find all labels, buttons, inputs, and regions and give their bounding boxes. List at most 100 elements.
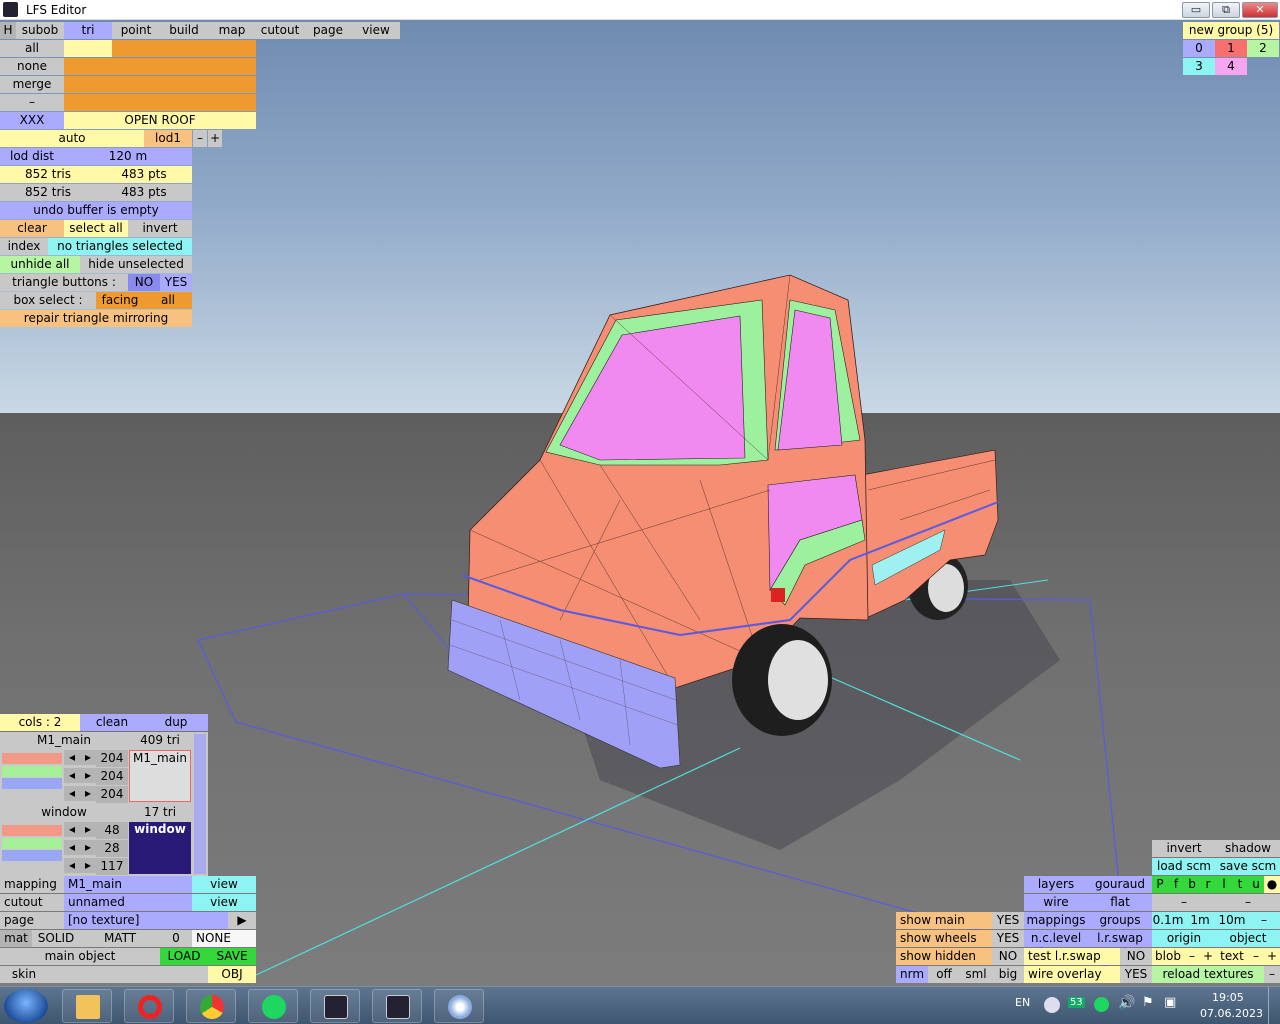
unhide-all-button[interactable]: unhide all bbox=[0, 256, 80, 273]
view-b-button[interactable]: b bbox=[1184, 876, 1200, 893]
dash-button-1[interactable]: – bbox=[1152, 894, 1216, 911]
spotify-tray-icon[interactable] bbox=[1094, 997, 1109, 1012]
green-inc-button-2[interactable]: ▸ bbox=[80, 840, 96, 855]
close-button[interactable]: ✕ bbox=[1242, 2, 1278, 18]
subob-cell[interactable] bbox=[64, 58, 112, 75]
show-main-toggle[interactable]: YES bbox=[992, 912, 1024, 929]
flag-icon[interactable]: ⚑ bbox=[1142, 995, 1154, 1010]
material-1-preview[interactable]: M1_main bbox=[129, 750, 191, 802]
taskbar-explorer[interactable] bbox=[62, 989, 112, 1023]
subob-cell[interactable] bbox=[208, 40, 256, 57]
group-1[interactable]: 1 bbox=[1215, 40, 1247, 57]
network-icon[interactable]: ▣ bbox=[1164, 995, 1176, 1010]
blue-inc-button[interactable]: ▸ bbox=[80, 786, 96, 801]
maximize-button[interactable]: ⧉ bbox=[1212, 2, 1240, 18]
tray-badge[interactable]: 53 bbox=[1068, 997, 1085, 1008]
new-group-button[interactable]: new group (5) bbox=[1183, 22, 1279, 39]
red-inc-button-2[interactable]: ▸ bbox=[80, 822, 96, 837]
menu-build[interactable]: build bbox=[160, 22, 208, 39]
save-scm-button[interactable]: save scm bbox=[1216, 858, 1280, 875]
view-r-button[interactable]: r bbox=[1200, 876, 1216, 893]
grid-0.1m-button[interactable]: 0.1m bbox=[1152, 912, 1184, 929]
origin-button[interactable]: origin bbox=[1152, 930, 1216, 947]
blue-dec-button-2[interactable]: ◂ bbox=[64, 858, 80, 873]
view-P-button[interactable]: P bbox=[1152, 876, 1168, 893]
blue-inc-button-2[interactable]: ▸ bbox=[80, 858, 96, 873]
blue-slider[interactable] bbox=[2, 778, 62, 789]
material-1-name[interactable]: M1_main bbox=[0, 732, 128, 749]
page-play-icon[interactable]: ▶ bbox=[228, 912, 256, 929]
taskbar-lfs-2[interactable] bbox=[372, 989, 422, 1023]
subob-cell[interactable] bbox=[160, 40, 208, 57]
clear-button[interactable]: clear bbox=[0, 220, 64, 237]
subob-cell[interactable] bbox=[160, 94, 208, 111]
subob-open-roof[interactable]: OPEN ROOF bbox=[64, 112, 256, 129]
blue-dec-button[interactable]: ◂ bbox=[64, 786, 80, 801]
clock-time[interactable]: 19:05 bbox=[1212, 991, 1244, 1004]
steam-icon[interactable] bbox=[1044, 997, 1060, 1013]
index-button[interactable]: index bbox=[0, 238, 48, 255]
subob-cell[interactable] bbox=[208, 58, 256, 75]
red-dec-button[interactable]: ◂ bbox=[64, 750, 80, 765]
menu-page[interactable]: page bbox=[304, 22, 352, 39]
blob-plus-button[interactable]: + bbox=[1200, 948, 1216, 965]
view-f-button[interactable]: f bbox=[1168, 876, 1184, 893]
groups-button[interactable]: groups bbox=[1088, 912, 1152, 929]
lod1-button[interactable]: lod1 bbox=[144, 130, 192, 147]
material-2-preview[interactable]: window bbox=[129, 822, 191, 874]
taskbar-spotify[interactable] bbox=[248, 989, 298, 1023]
show-desktop-button[interactable] bbox=[1268, 987, 1280, 1024]
subob-merge-button[interactable]: merge bbox=[0, 76, 64, 93]
minimize-button[interactable]: ▭ bbox=[1182, 2, 1210, 18]
mat-zero-value[interactable]: 0 bbox=[160, 930, 192, 947]
green-dec-button-2[interactable]: ◂ bbox=[64, 840, 80, 855]
show-hidden-toggle[interactable]: NO bbox=[992, 948, 1024, 965]
select-all-button[interactable]: select all bbox=[64, 220, 128, 237]
taskbar-opera[interactable] bbox=[124, 989, 174, 1023]
lod-dist-value[interactable]: 120 m bbox=[64, 148, 192, 165]
subob-xxx-button[interactable]: XXX bbox=[0, 112, 64, 129]
start-button[interactable] bbox=[4, 989, 48, 1023]
lr-swap-button[interactable]: l.r.swap bbox=[1088, 930, 1152, 947]
subob-all-button[interactable]: all bbox=[0, 40, 64, 57]
menu-subob[interactable]: subob bbox=[16, 22, 64, 39]
text-minus-button[interactable]: – bbox=[1248, 948, 1264, 965]
blob-minus-button[interactable]: – bbox=[1184, 948, 1200, 965]
menu-map[interactable]: map bbox=[208, 22, 256, 39]
reload-dash-button[interactable]: – bbox=[1264, 966, 1280, 983]
subob-cell[interactable] bbox=[160, 76, 208, 93]
flat-button[interactable]: flat bbox=[1088, 894, 1152, 911]
nrm-button[interactable]: nrm bbox=[896, 966, 928, 983]
clock-date[interactable]: 07.06.2023 bbox=[1200, 1007, 1263, 1020]
object-button[interactable]: object bbox=[1216, 930, 1280, 947]
off-button[interactable]: off bbox=[928, 966, 960, 983]
subob-cell[interactable] bbox=[112, 76, 160, 93]
taskbar-lfs-1[interactable] bbox=[310, 989, 360, 1023]
dash-button-2[interactable]: – bbox=[1216, 894, 1280, 911]
subob-cell[interactable] bbox=[64, 40, 112, 57]
shadow-button[interactable]: shadow bbox=[1216, 840, 1280, 857]
mapping-value[interactable]: M1_main bbox=[64, 876, 192, 893]
clean-button[interactable]: clean bbox=[80, 714, 144, 731]
mapping-view-button[interactable]: view bbox=[192, 876, 256, 893]
group-2[interactable]: 2 bbox=[1247, 40, 1279, 57]
text-plus-button[interactable]: + bbox=[1264, 948, 1280, 965]
subob-cell[interactable] bbox=[64, 94, 112, 111]
subob-cell[interactable] bbox=[208, 76, 256, 93]
page-value[interactable]: [no texture] bbox=[64, 912, 228, 929]
green-inc-button[interactable]: ▸ bbox=[80, 768, 96, 783]
cutout-value[interactable]: unnamed bbox=[64, 894, 192, 911]
lod-auto-button[interactable]: auto bbox=[0, 130, 144, 147]
grid-dash-button[interactable]: – bbox=[1248, 912, 1280, 929]
red-slider[interactable] bbox=[2, 753, 62, 764]
nc-level-button[interactable]: n.c.level bbox=[1024, 930, 1088, 947]
subob-dash-button[interactable]: – bbox=[0, 94, 64, 111]
view-t-button[interactable]: t bbox=[1232, 876, 1248, 893]
mappings-button[interactable]: mappings bbox=[1024, 912, 1088, 929]
test-lr-swap-toggle[interactable]: NO bbox=[1120, 948, 1152, 965]
wire-overlay-toggle[interactable]: YES bbox=[1120, 966, 1152, 983]
taskbar-chrome[interactable] bbox=[186, 989, 236, 1023]
material-2-name[interactable]: window bbox=[0, 804, 128, 821]
subob-cell[interactable] bbox=[64, 76, 112, 93]
green-slider-2[interactable] bbox=[2, 838, 62, 849]
